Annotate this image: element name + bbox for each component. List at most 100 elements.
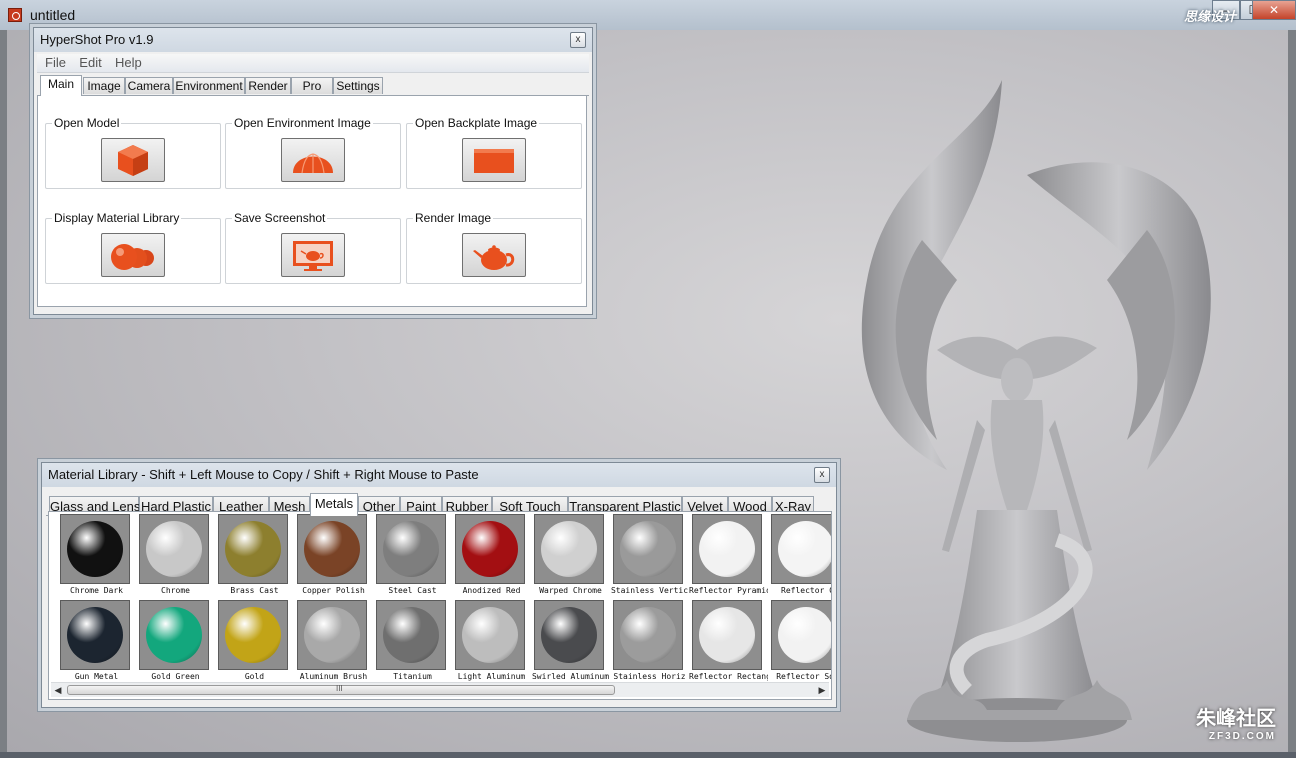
material-label: Reflector Pyramids: [689, 586, 768, 595]
material-thumbnail: [613, 600, 683, 670]
material-label: Aluminum Brush: [299, 672, 368, 681]
hypershot-dialog: HyperShot Pro v1.9 x File Edit Help Main…: [33, 27, 593, 315]
material-swatch[interactable]: Gold Green: [136, 600, 209, 686]
material-swatch[interactable]: Chrome Dark: [57, 514, 130, 600]
cube-icon: [118, 145, 148, 176]
menu-file[interactable]: File: [45, 54, 66, 72]
main-tab-panel: Open Model Open Environment Image Open B…: [37, 95, 587, 307]
material-swatch[interactable]: Swirled Aluminum: [531, 600, 609, 686]
material-label: Gold Green: [151, 672, 200, 681]
tab-image[interactable]: Image: [83, 77, 125, 94]
material-swatch[interactable]: Light Aluminum: [452, 600, 525, 686]
watermark-main: 朱峰社区: [1196, 708, 1276, 730]
watermark-sub: ZF3D.COM: [1208, 731, 1276, 742]
render-image-label: Render Image: [413, 211, 494, 225]
open-backplate-label: Open Backplate Image: [413, 116, 540, 130]
monitor-teapot-icon: [293, 241, 333, 271]
material-library-label: Display Material Library: [52, 211, 182, 225]
open-model-button[interactable]: [101, 138, 165, 182]
material-swatch[interactable]: Titanium: [373, 600, 446, 686]
material-label: Anodized Red: [462, 586, 521, 595]
material-sphere-icon: [304, 607, 360, 663]
material-library-dialog: Material Library - Shift + Left Mouse to…: [41, 462, 837, 708]
scroll-thumb[interactable]: III: [67, 684, 615, 695]
material-label: Gun Metal: [74, 672, 119, 681]
material-sphere-icon: [699, 607, 755, 663]
material-label: Chrome: [161, 586, 190, 595]
material-thumbnail: [218, 600, 288, 670]
save-screenshot-label: Save Screenshot: [232, 211, 328, 225]
material-thumbnail: [60, 514, 130, 584]
material-swatch[interactable]: Copper Polish: [294, 514, 367, 600]
teapot-icon: [473, 245, 515, 270]
open-environment-button[interactable]: [281, 138, 345, 182]
material-sphere-icon: [620, 607, 676, 663]
tab-main[interactable]: Main: [40, 75, 82, 96]
material-label: Reflector C: [781, 586, 832, 595]
open-model-group: Open Model: [45, 117, 221, 189]
material-sphere-icon: [462, 607, 518, 663]
save-screenshot-group: Save Screenshot: [225, 212, 401, 284]
material-swatch[interactable]: Reflector C: [768, 514, 832, 600]
hypershot-tabs: Main Image Camera Environment Render Pro…: [37, 75, 589, 96]
material-swatch[interactable]: Chrome: [136, 514, 209, 600]
material-swatch[interactable]: Gold: [215, 600, 288, 686]
tab-pro[interactable]: Pro: [291, 77, 333, 94]
render-image-group: Render Image: [406, 212, 582, 284]
material-swatch[interactable]: Steel Cast: [373, 514, 446, 600]
material-label: Swirled Aluminum: [531, 672, 610, 681]
open-backplate-group: Open Backplate Image: [406, 117, 582, 189]
statue-model: [861, 80, 1211, 742]
material-label: Steel Cast: [388, 586, 437, 595]
material-sphere-icon: [67, 607, 123, 663]
material-label: Reflector Squ: [776, 672, 831, 681]
material-sphere-icon: [304, 521, 360, 577]
rectangle-icon: [474, 149, 514, 173]
tab-render[interactable]: Render: [245, 77, 291, 94]
material-thumbnail: [139, 600, 209, 670]
menu-edit[interactable]: Edit: [79, 54, 101, 72]
material-sphere-icon: [67, 521, 123, 577]
material-label: Warped Chrome: [539, 586, 602, 595]
material-thumbnail: [771, 600, 831, 670]
material-sphere-icon: [462, 521, 518, 577]
save-screenshot-button[interactable]: [281, 233, 345, 277]
material-swatch[interactable]: Warped Chrome: [531, 514, 604, 600]
material-sphere-icon: [383, 607, 439, 663]
material-swatch[interactable]: Anodized Red: [452, 514, 525, 600]
material-thumbnail: [771, 514, 831, 584]
material-thumbnail: [376, 514, 446, 584]
tab-settings[interactable]: Settings: [333, 77, 383, 94]
material-thumbnail: [218, 514, 288, 584]
material-label: Chrome Dark: [70, 586, 123, 595]
watermark-bottom: 朱峰社区 ZF3D.COM: [1196, 702, 1276, 742]
display-material-library-button[interactable]: [101, 233, 165, 277]
material-library-close-button[interactable]: x: [814, 467, 830, 483]
material-swatch[interactable]: Stainless Horiz: [610, 600, 686, 686]
material-swatch[interactable]: Aluminum Brush: [294, 600, 367, 686]
render-image-button[interactable]: [462, 233, 526, 277]
material-swatch[interactable]: Reflector Squ: [768, 600, 831, 686]
dialog-title: HyperShot Pro v1.9: [34, 28, 592, 52]
material-swatch[interactable]: Stainless Vertic: [610, 514, 688, 600]
open-backplate-button[interactable]: [462, 138, 526, 182]
material-sphere-icon: [225, 607, 281, 663]
material-label: Reflector Rectang: [689, 672, 768, 681]
material-sphere-icon: [225, 521, 281, 577]
material-swatch[interactable]: Brass Cast: [215, 514, 288, 600]
tab-metals[interactable]: Metals: [310, 493, 358, 516]
app-title: untitled: [30, 7, 76, 23]
menu-help[interactable]: Help: [115, 54, 142, 72]
menu-bar: File Edit Help: [37, 54, 589, 73]
material-thumbnail: [455, 514, 525, 584]
tab-camera[interactable]: Camera: [125, 77, 173, 94]
material-label: Gold: [244, 672, 265, 681]
material-swatch[interactable]: Gun Metal: [57, 600, 130, 686]
material-swatch[interactable]: Reflector Rectang: [689, 600, 768, 686]
material-swatch[interactable]: Reflector Pyramids: [689, 514, 768, 600]
dialog-close-button[interactable]: x: [570, 32, 586, 48]
material-sphere-icon: [699, 521, 755, 577]
tab-environment[interactable]: Environment: [173, 77, 245, 94]
dome-icon: [293, 153, 333, 174]
close-button[interactable]: ✕: [1252, 0, 1296, 20]
